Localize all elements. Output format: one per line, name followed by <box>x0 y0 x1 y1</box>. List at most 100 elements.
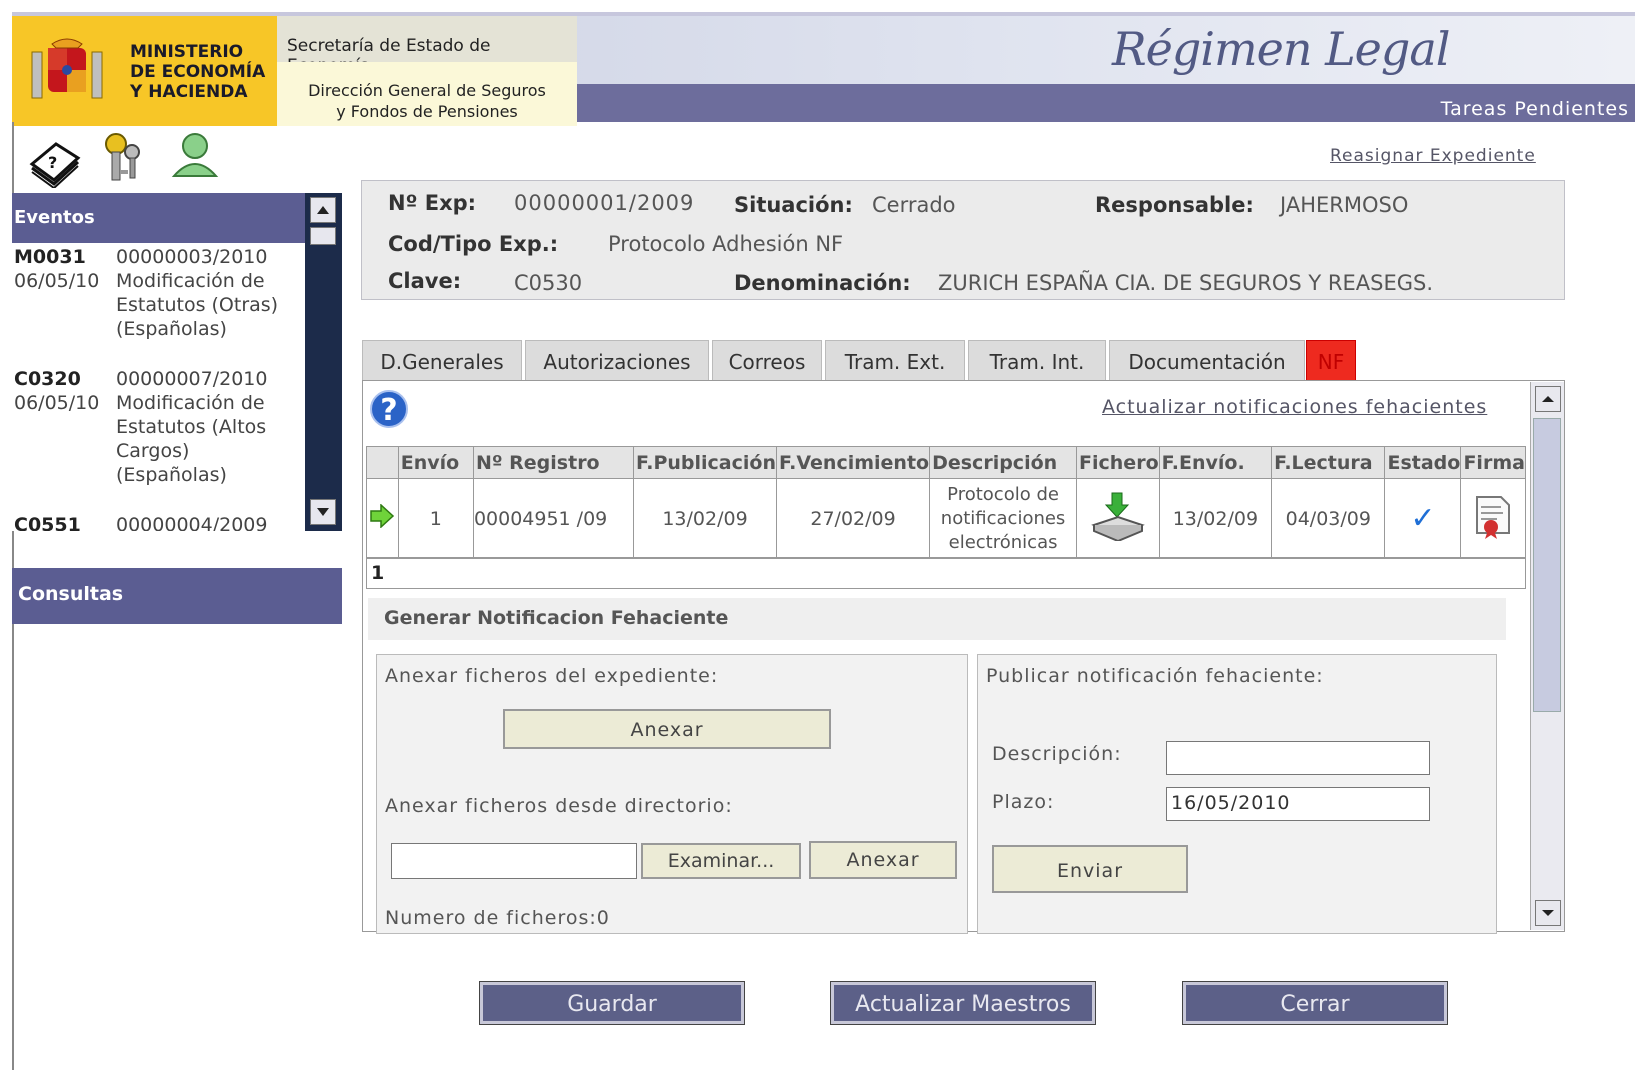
exp-num-value: 00000001/2009 <box>514 191 695 215</box>
evento-code: C0551 <box>14 514 81 531</box>
row-selector[interactable] <box>366 478 399 559</box>
evento-desc: Cargos) <box>116 440 190 462</box>
evento-desc: (Españolas) <box>116 318 227 340</box>
enviar-button[interactable]: Enviar <box>992 845 1188 893</box>
anexar-ficheros-box: Anexar ficheros del expediente: Anexar A… <box>376 654 968 934</box>
app-subtitle: Tareas Pendientes <box>1440 98 1629 120</box>
direccion-line: Dirección General de Seguros <box>308 81 546 100</box>
tab-tram-ext[interactable]: Tram. Ext. <box>825 340 965 382</box>
evento-date: 06/05/10 <box>14 392 100 414</box>
descripcion-line: notificaciones <box>940 507 1066 529</box>
arrow-up-icon <box>1542 396 1554 402</box>
scroll-down-button[interactable] <box>1535 900 1561 926</box>
evento-item[interactable]: C0551 00000004/2009 <box>14 513 304 531</box>
panel-scrollbar[interactable] <box>1530 382 1564 930</box>
scroll-down-button[interactable] <box>310 499 336 525</box>
evento-desc: Modificación de <box>116 392 265 414</box>
evento-exp: 00000007/2010 <box>116 368 268 390</box>
svg-text:?: ? <box>48 153 57 172</box>
table-pager[interactable]: 1 <box>366 557 1526 589</box>
anexar-directorio-button[interactable]: Anexar <box>809 841 957 879</box>
reasignar-link[interactable]: Reasignar Expediente <box>1330 146 1536 166</box>
actualizar-notificaciones-link[interactable]: Actualizar notificaciones fehacientes <box>1102 396 1487 418</box>
eventos-scrollbar[interactable] <box>305 193 342 531</box>
column-header[interactable]: Nº Registro <box>472 446 635 479</box>
exp-num-label: Nº Exp: <box>388 191 477 215</box>
arrow-down-icon <box>317 508 329 516</box>
app-header: MINISTERIO DE ECONOMÍA Y HACIENDA Secret… <box>12 12 1635 126</box>
envio-cell: 1 <box>397 478 474 559</box>
descripcion-line: electrónicas <box>948 531 1058 553</box>
keys-icon[interactable] <box>98 130 152 186</box>
column-header[interactable]: F.Publicación <box>633 446 777 479</box>
ministry-line: MINISTERIO <box>130 42 244 62</box>
descripcion-cell: Protocolo de notificaciones electrónicas <box>929 478 1078 559</box>
firma-cell[interactable] <box>1460 478 1526 559</box>
descripcion-label: Descripción: <box>992 743 1122 765</box>
f-envio-cell: 13/02/09 <box>1158 478 1273 559</box>
descripcion-input[interactable] <box>1166 741 1430 775</box>
evento-item[interactable]: C0320 00000007/2010 06/05/10 Modificación … <box>14 367 304 487</box>
scroll-thumb[interactable] <box>310 227 336 245</box>
estado-checkmark-icon: ✓ <box>1384 478 1462 559</box>
denominacion-label: Denominación: <box>734 271 911 295</box>
spain-crest-icon <box>31 38 103 99</box>
descripcion-line: Protocolo de <box>947 483 1059 505</box>
direccion-line: y Fondos de Pensiones <box>336 102 518 121</box>
eventos-title: Eventos <box>12 193 305 243</box>
fichero-cell[interactable] <box>1076 478 1160 559</box>
evento-desc: Estatutos (Otras) <box>116 294 279 316</box>
plazo-input[interactable]: 16/05/2010 <box>1166 787 1430 821</box>
column-header[interactable]: Estado <box>1384 446 1462 479</box>
scroll-thumb[interactable] <box>1533 418 1561 712</box>
responsable-value: JAHERMOSO <box>1280 193 1409 217</box>
tab-tram-int[interactable]: Tram. Int. <box>968 340 1106 382</box>
f-lectura-cell: 04/03/09 <box>1271 478 1386 559</box>
examinar-button[interactable]: Examinar... <box>641 843 801 879</box>
table-row[interactable]: 1 00004951 /09 13/02/09 27/02/09 Protoco… <box>366 478 1526 559</box>
situacion-label: Situación: <box>734 193 853 217</box>
arrow-up-icon <box>317 206 329 214</box>
evento-item[interactable]: M0031 00000003/2010 06/05/10 Modificación … <box>14 245 304 341</box>
column-header[interactable]: Descripción <box>929 446 1078 479</box>
consultas-section[interactable]: Consultas <box>12 568 342 624</box>
column-header <box>366 446 399 479</box>
user-icon[interactable] <box>168 128 222 182</box>
evento-date: 06/05/10 <box>14 270 100 292</box>
column-header[interactable]: Envío <box>397 446 474 479</box>
cerrar-button[interactable]: Cerrar <box>1182 981 1448 1025</box>
download-file-icon <box>1090 492 1145 543</box>
evento-code: M0031 <box>14 246 86 268</box>
notificaciones-table: Envío Nº Registro F.Publicación F.Vencim… <box>366 446 1526 559</box>
tipo-exp-label: Cod/Tipo Exp.: <box>388 232 559 256</box>
generar-notificacion-title: Generar Notificacion Fehaciente <box>368 598 1506 640</box>
evento-desc: Modificación de <box>116 270 265 292</box>
anexar-expediente-button[interactable]: Anexar <box>503 709 831 749</box>
numero-ficheros-label: Numero de ficheros:0 <box>385 907 610 929</box>
tab-nf[interactable]: NF <box>1306 340 1356 382</box>
tab-autorizaciones[interactable]: Autorizaciones <box>525 340 709 382</box>
guardar-button[interactable]: Guardar <box>479 981 745 1025</box>
file-path-input[interactable] <box>391 843 637 879</box>
column-header[interactable]: Fichero <box>1076 446 1160 479</box>
publicar-label: Publicar notificación fehaciente: <box>986 665 1324 687</box>
ministry-line: Y HACIENDA <box>130 82 248 102</box>
table-header-row: Envío Nº Registro F.Publicación F.Vencim… <box>366 446 1526 479</box>
column-header[interactable]: F.Vencimiento <box>775 446 931 479</box>
help-book-icon[interactable]: ? <box>28 134 82 188</box>
column-header[interactable]: Firma <box>1460 446 1526 479</box>
tab-d-generales[interactable]: D.Generales <box>362 340 522 382</box>
actualizar-maestros-button[interactable]: Actualizar Maestros <box>830 981 1096 1025</box>
scroll-up-button[interactable] <box>310 197 336 223</box>
tab-documentacion[interactable]: Documentación <box>1109 340 1305 382</box>
evento-desc: (Españolas) <box>116 464 227 486</box>
eventos-panel: Eventos M0031 00000003/2010 06/05/10 Modif… <box>12 193 342 531</box>
direccion-label: Dirección General de Seguros y Fondos de… <box>277 62 577 126</box>
help-icon[interactable]: ? <box>370 390 408 428</box>
denominacion-value: ZURICH ESPAÑA CIA. DE SEGUROS Y REASEGS. <box>938 271 1433 295</box>
tab-correos[interactable]: Correos <box>712 340 822 382</box>
column-header[interactable]: F.Lectura <box>1271 446 1386 479</box>
f-publicacion-cell: 13/02/09 <box>633 478 777 559</box>
column-header[interactable]: F.Envío. <box>1158 446 1273 479</box>
scroll-up-button[interactable] <box>1535 386 1561 412</box>
